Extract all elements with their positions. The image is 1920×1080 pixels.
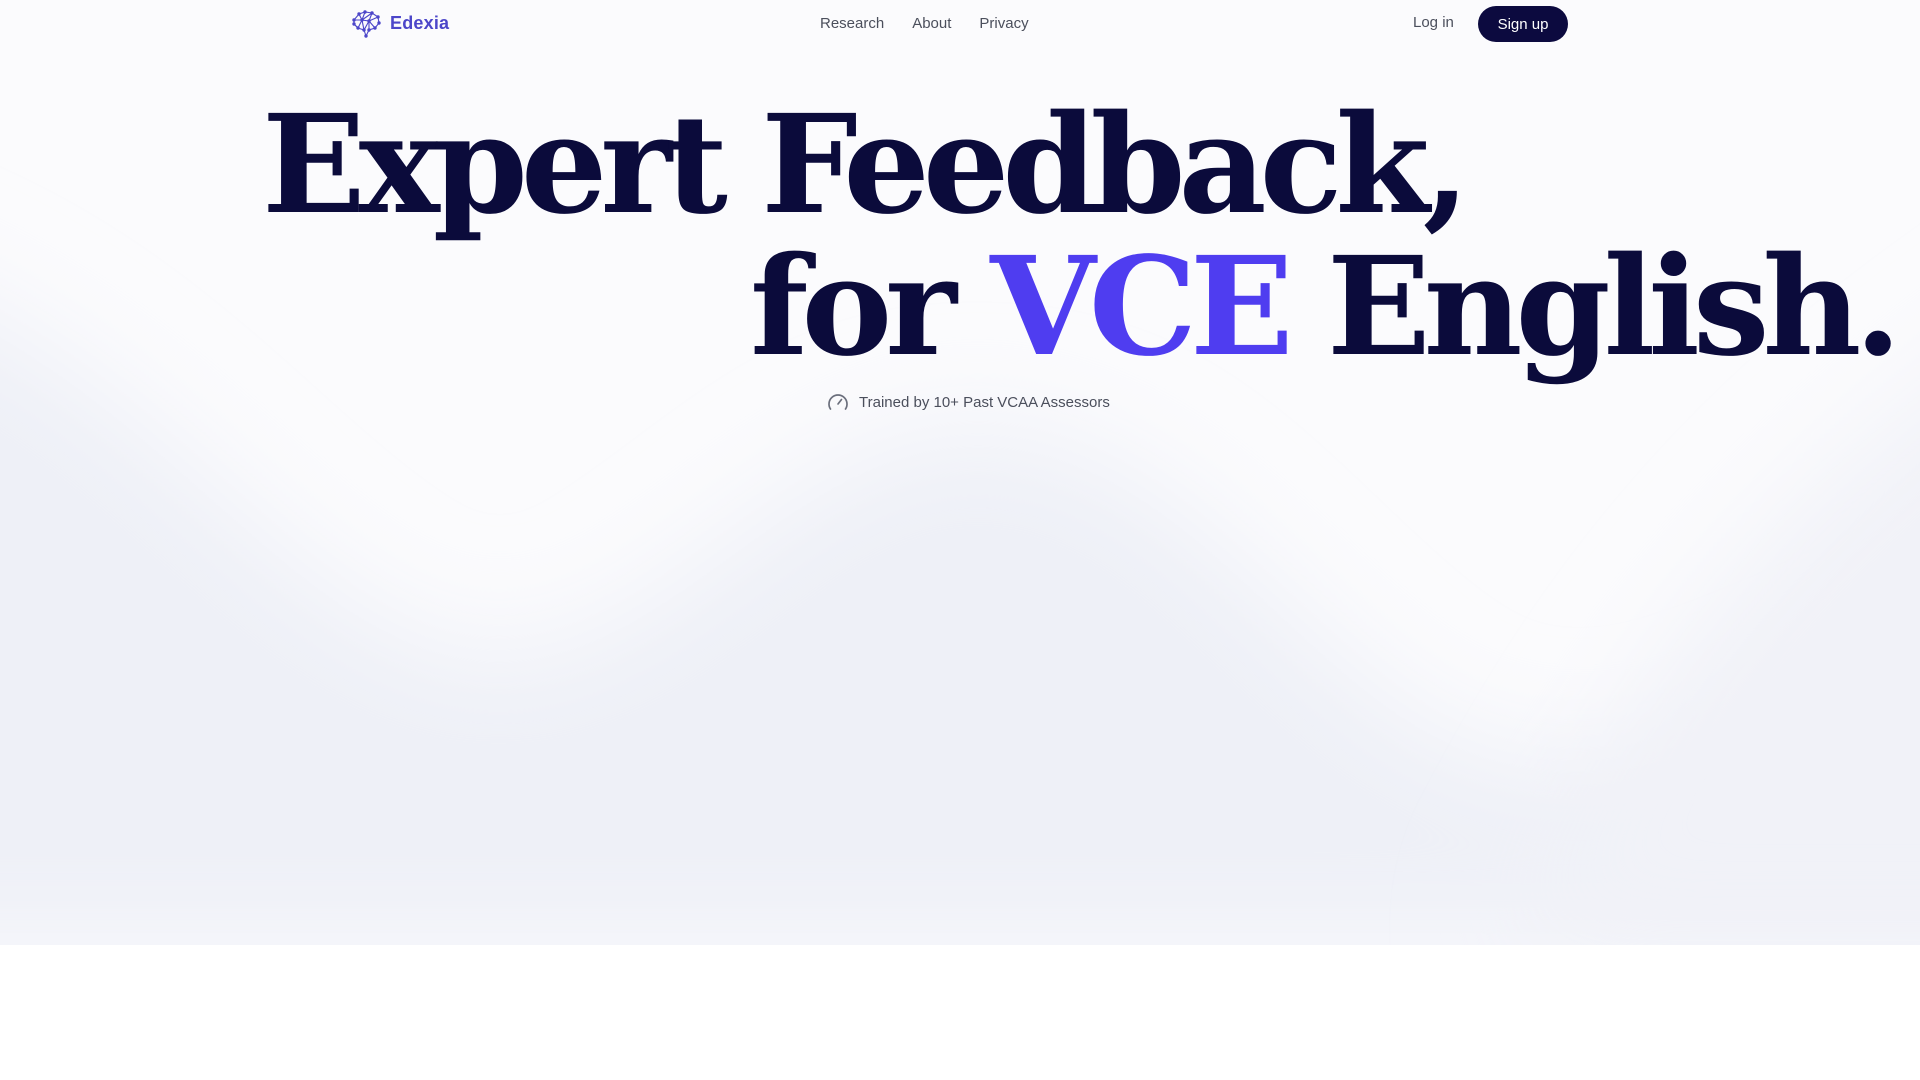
nav-link-about[interactable]: About	[912, 15, 951, 32]
headline-prefix: for	[750, 227, 991, 387]
brand-logo[interactable]: Edexia	[350, 8, 449, 38]
nav-link-privacy[interactable]: Privacy	[979, 15, 1028, 32]
hero-section: Edexia Research About Privacy Log in Sig…	[0, 0, 1920, 945]
headline-line-2: for VCE English.	[750, 232, 1902, 382]
headline-accent: VCE	[990, 227, 1293, 387]
top-navigation: Edexia Research About Privacy Log in Sig…	[0, 0, 1920, 48]
trained-badge: Trained by 10+ Past VCAA Assessors	[826, 391, 1110, 413]
login-link[interactable]: Log in	[1413, 14, 1454, 31]
nav-link-research[interactable]: Research	[820, 15, 884, 32]
gauge-icon	[828, 394, 848, 410]
brain-network-icon	[352, 10, 381, 38]
headline-line-1: Expert Feedback,	[262, 85, 1470, 245]
nav-links: Research About Privacy	[820, 15, 1029, 32]
brand-name: Edexia	[390, 12, 450, 33]
headline-suffix: English.	[1286, 227, 1902, 387]
signup-button[interactable]: Sign up	[1478, 6, 1568, 42]
trained-badge-text: Trained by 10+ Past VCAA Assessors	[859, 393, 1110, 411]
